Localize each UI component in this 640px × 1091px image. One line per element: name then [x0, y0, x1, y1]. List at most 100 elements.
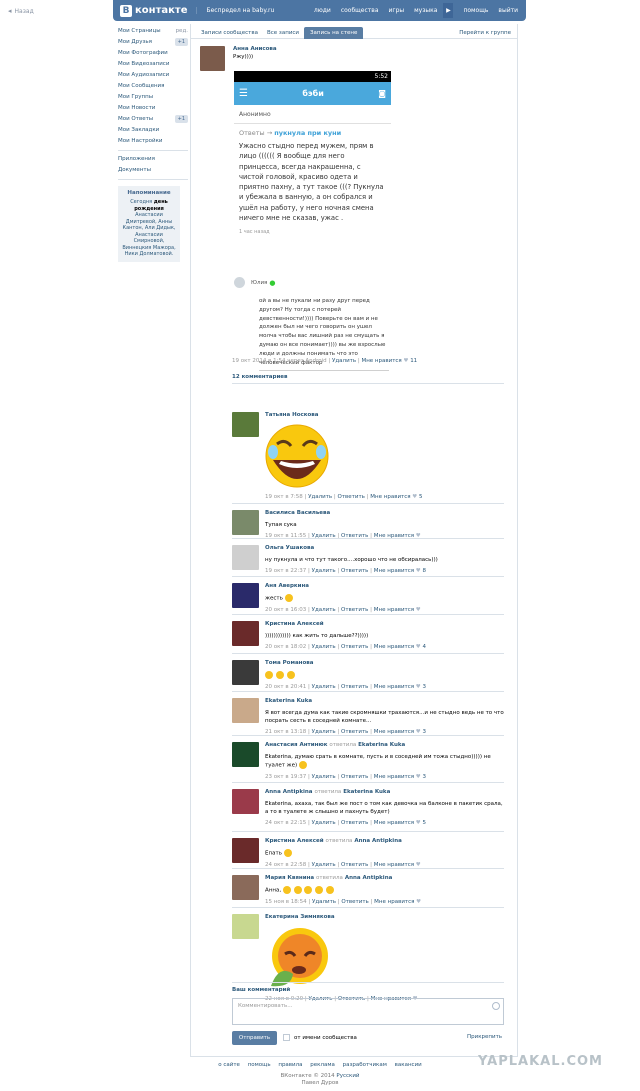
author-name[interactable]: Анастасия Антинюк [265, 742, 327, 748]
post-author[interactable]: Анна Анисова [233, 46, 277, 52]
like-button[interactable]: Мне нравится [374, 899, 414, 905]
comment-date[interactable]: 20 окт в 20:41 [265, 684, 306, 690]
like-button[interactable]: Мне нравится [374, 684, 414, 690]
like-button[interactable]: Мне нравится [374, 820, 414, 826]
smiley-picker-icon[interactable] [492, 1002, 500, 1010]
footer-rules[interactable]: правила [278, 1062, 302, 1068]
author-name[interactable]: Василиса Васильева [265, 510, 330, 516]
delete-link[interactable]: Удалить [312, 568, 336, 574]
author-name[interactable]: Екатерина Зимнякова [265, 914, 335, 920]
avatar[interactable] [232, 510, 259, 535]
author-name[interactable]: Кристина Алексей [265, 838, 324, 844]
like-button[interactable]: Мне нравится [370, 494, 410, 500]
menu-logout[interactable]: выйти [498, 7, 518, 14]
comment-input[interactable]: Комментировать... [232, 998, 504, 1025]
menu-music[interactable]: музыка [414, 7, 437, 14]
footer-ads[interactable]: реклама [310, 1062, 335, 1068]
avatar[interactable] [232, 660, 259, 685]
author-name[interactable]: Ольга Ушакова [265, 545, 314, 551]
footer-dev[interactable]: разработчикам [343, 1062, 387, 1068]
reply-link[interactable]: Ответить [341, 607, 368, 613]
sidebar-item-photos[interactable]: Мои Фотографии [118, 48, 188, 59]
as-community-checkbox[interactable]: от имени сообщества [283, 1034, 357, 1041]
author-name[interactable]: Татьяна Носкова [265, 412, 318, 418]
reply-link[interactable]: Ответить [341, 568, 368, 574]
sidebar-item-apps[interactable]: Приложения [118, 154, 188, 165]
footer-jobs[interactable]: вакансии [395, 1062, 422, 1068]
avatar[interactable] [232, 875, 259, 900]
comment-date[interactable]: 19 окт в 22:37 [265, 568, 306, 574]
reply-link[interactable]: Ответить [341, 684, 368, 690]
author-name[interactable]: Anna Antipkina [265, 789, 313, 795]
reply-to-name[interactable]: Anna Antipkina [345, 875, 393, 881]
avatar[interactable] [232, 545, 259, 570]
attached-screenshot-2[interactable]: Юлия ● ой а вы не пукали ни разу друг пер… [234, 277, 391, 372]
menu-games[interactable]: игры [389, 7, 405, 14]
avatar[interactable] [232, 914, 259, 939]
avatar[interactable] [232, 838, 259, 863]
attached-screenshot[interactable]: 5:52 ☰ бэби ◙ Анонимно Ответы → пукнула … [234, 71, 391, 269]
attach-link[interactable]: Прикрепить [467, 1034, 502, 1040]
sidebar-item-answers[interactable]: Мои Ответы +1 [118, 114, 188, 125]
like-button[interactable]: Мне нравится [374, 644, 414, 650]
reply-link[interactable]: Ответить [341, 862, 368, 868]
footer-about[interactable]: о сайте [218, 1062, 240, 1068]
tab-wall-post[interactable]: Запись на стене [304, 27, 364, 39]
tab-community-posts[interactable]: Записи сообщества [195, 27, 264, 39]
delete-link[interactable]: Удалить [312, 820, 336, 826]
like-button[interactable]: Мне нравится [374, 607, 414, 613]
avatar[interactable] [232, 412, 259, 437]
delete-link[interactable]: Удалить [312, 684, 336, 690]
tab-all-posts[interactable]: Все записи [261, 27, 305, 39]
sidebar-item-groups[interactable]: Мои Группы [118, 92, 188, 103]
reply-to-name[interactable]: Ekaterina Kuka [358, 742, 405, 748]
avatar[interactable] [232, 621, 259, 646]
sidebar-item-docs[interactable]: Документы [118, 165, 188, 176]
comment-date[interactable]: 24 окт в 22:15 [265, 820, 306, 826]
public-title[interactable]: Беспредел на baby.ru [196, 7, 274, 14]
reminder-text[interactable]: Сегодня день рождения Анастасии Дмитрево… [121, 199, 177, 258]
comment-date[interactable]: 20 окт в 18:02 [265, 644, 306, 650]
go-to-group-link[interactable]: Перейти к группе [459, 27, 511, 39]
reply-link[interactable]: Ответить [341, 820, 368, 826]
reply-to-name[interactable]: Ekaterina Kuka [343, 789, 390, 795]
author-name[interactable]: Мария Квянина [265, 875, 314, 881]
edit-link[interactable]: ред. [176, 26, 188, 37]
comment-date[interactable]: 19 окт в 7:58 [265, 494, 303, 500]
delete-link[interactable]: Удалить [312, 862, 336, 868]
delete-link[interactable]: Удалить [312, 774, 336, 780]
comment-date[interactable]: 15 ноя в 18:54 [265, 899, 307, 905]
avatar[interactable] [232, 742, 259, 767]
delete-link[interactable]: Удалить [312, 644, 336, 650]
avatar[interactable] [232, 698, 259, 723]
avatar[interactable] [232, 583, 259, 608]
sidebar-item-friends[interactable]: Мои Друзья +1 [118, 37, 188, 48]
send-button[interactable]: Отправить [232, 1031, 277, 1045]
footer-help[interactable]: помощь [248, 1062, 271, 1068]
menu-help[interactable]: помощь [463, 7, 488, 14]
comment-date[interactable]: 23 окт в 19:37 [265, 774, 306, 780]
like-button[interactable]: Мне нравится [374, 774, 414, 780]
menu-communities[interactable]: сообщества [341, 7, 379, 14]
sidebar-item-settings[interactable]: Мои Настройки [118, 136, 188, 147]
author-name[interactable]: Кристина Алексей [265, 621, 324, 627]
delete-link[interactable]: Удалить [308, 494, 332, 500]
language-link[interactable]: Русский [336, 1073, 359, 1079]
avatar[interactable] [200, 46, 225, 71]
menu-people[interactable]: люди [314, 7, 331, 14]
author-name[interactable]: Аня Аверкина [265, 583, 309, 589]
delete-link[interactable]: Удалить [312, 607, 336, 613]
author-name[interactable]: Тома Романова [265, 660, 313, 666]
author-name[interactable]: Ekaterina Kuka [265, 698, 312, 704]
sidebar-item-messages[interactable]: Мои Сообщения [118, 81, 188, 92]
vk-logo[interactable]: Вконтакте [120, 4, 187, 17]
play-icon[interactable]: ▶ [443, 3, 454, 18]
post-delete-link[interactable]: Удалить [332, 358, 356, 364]
post-like-button[interactable]: Мне нравится [361, 358, 401, 364]
comment-date[interactable]: 24 окт в 22:58 [265, 862, 306, 868]
comment-date[interactable]: 20 окт в 16:03 [265, 607, 306, 613]
sidebar-item-bookmarks[interactable]: Мои Закладки [118, 125, 188, 136]
sidebar-item-audio[interactable]: Мои Аудиозаписи [118, 70, 188, 81]
sidebar-item-videos[interactable]: Мои Видеозаписи [118, 59, 188, 70]
sidebar-item-my-page[interactable]: Мои Страницы ред. [118, 26, 188, 37]
